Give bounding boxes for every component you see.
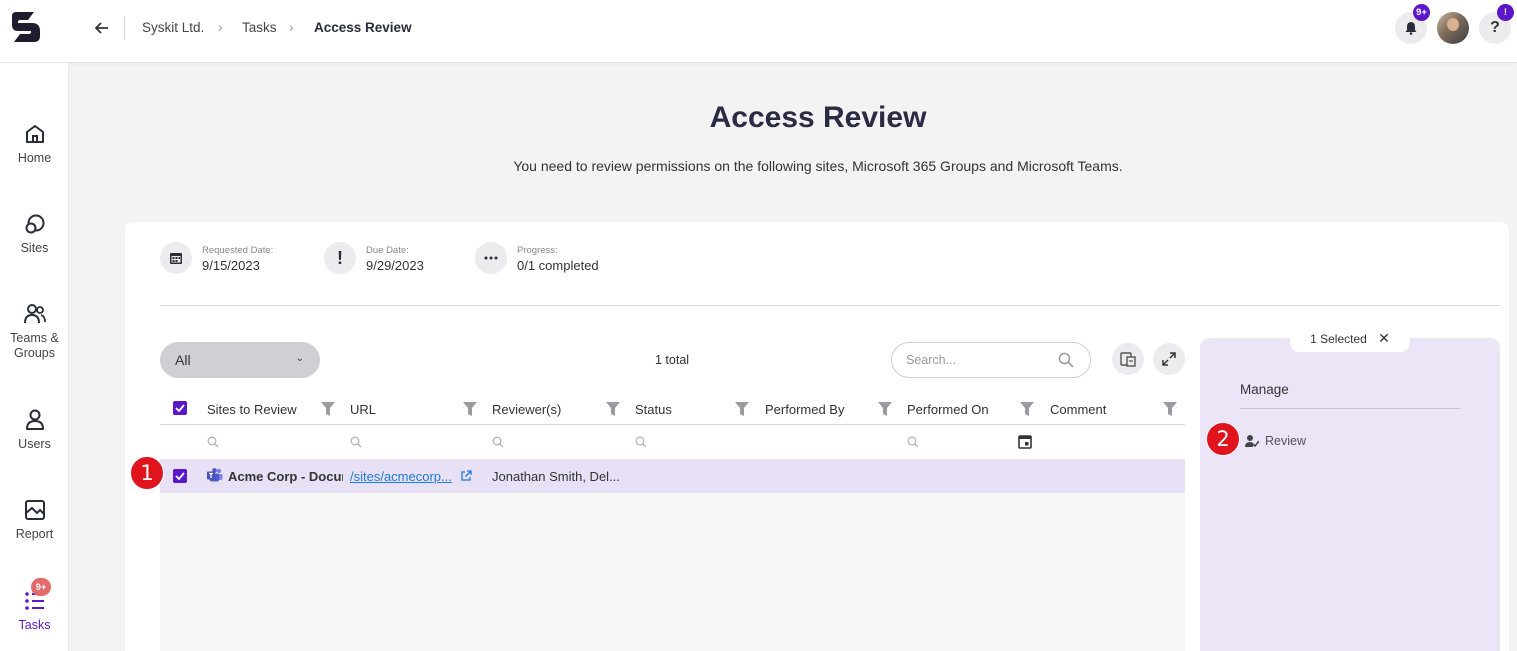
page-subtitle: You need to review permissions on the fo… (513, 158, 1123, 174)
exclamation-icon: ! (324, 242, 356, 274)
selection-tab: 1 Selected ✕ (1290, 324, 1410, 352)
bell-icon (1405, 22, 1417, 35)
external-link-icon[interactable] (460, 470, 472, 482)
expand-icon (1162, 352, 1176, 366)
review-card: Requested Date: 9/15/2023 ! Due Date: 9/… (125, 222, 1509, 651)
row-checkbox[interactable] (173, 469, 187, 483)
row-url-link[interactable]: /sites/acmecorp... (350, 469, 456, 484)
breadcrumb-separator: › (289, 20, 294, 35)
export-icon (1120, 352, 1136, 367)
filter-funnel-icon[interactable] (878, 402, 892, 416)
avatar[interactable] (1437, 12, 1469, 44)
filter-funnel-icon[interactable] (1020, 402, 1034, 416)
search-icon (1058, 352, 1074, 368)
divider (160, 305, 1500, 306)
sidebar-item-label: Users (18, 437, 51, 451)
sidebar-item-label: Teams & Groups (10, 331, 59, 360)
row-site-name: Acme Corp - Documents (228, 469, 343, 484)
sidebar-item-tasks[interactable]: Tasks 9+ (0, 578, 69, 633)
check-icon (175, 404, 185, 412)
calendar-icon (160, 242, 192, 274)
sidebar-item-label: Tasks (18, 618, 51, 632)
search-placeholder: Search... (906, 353, 957, 367)
callout-1: 1 (130, 456, 164, 490)
manage-heading: Manage (1240, 382, 1289, 397)
sites-table: Sites to Review URL Reviewer(s) Status P… (160, 392, 1185, 651)
breadcrumb-current: Access Review (314, 20, 412, 35)
table-header: Sites to Review URL Reviewer(s) Status P… (160, 392, 1185, 425)
top-bar: Syskit Ltd. › Tasks › Access Review 9+ ?… (0, 0, 1517, 63)
table-row[interactable]: Acme Corp - Documents /sites/acmecorp...… (160, 459, 1185, 493)
column-header-performed-on[interactable]: Performed On (907, 402, 989, 417)
teams-groups-icon (23, 304, 46, 324)
column-header-performed-by[interactable]: Performed By (765, 402, 844, 417)
sidebar-item-sites[interactable]: Sites (0, 213, 69, 256)
sites-icon (25, 214, 44, 234)
column-search-icon[interactable] (207, 436, 219, 448)
progress-label: Progress: (517, 245, 558, 256)
syskit-logo[interactable] (8, 10, 42, 44)
selected-count: 1 Selected (1310, 332, 1367, 346)
report-icon (24, 500, 45, 520)
column-search-icon[interactable] (907, 436, 919, 448)
teams-icon (207, 468, 223, 482)
date-picker-icon[interactable] (1018, 434, 1032, 449)
breadcrumb-syskit[interactable]: Syskit Ltd. (142, 20, 204, 35)
chevron-down-icon: ⌄ (295, 353, 304, 364)
progress-value: 0/1 completed (517, 258, 599, 273)
sidebar: Home Sites Teams & Groups Users Report T… (0, 63, 69, 651)
column-search-icon[interactable] (492, 436, 504, 448)
user-check-icon (1245, 435, 1259, 448)
review-label: Review (1265, 434, 1306, 448)
filter-funnel-icon[interactable] (606, 402, 620, 416)
export-button[interactable] (1112, 343, 1144, 375)
filter-funnel-icon[interactable] (321, 402, 335, 416)
column-header-reviewers[interactable]: Reviewer(s) (492, 402, 561, 417)
tasks-badge: 9+ (31, 578, 51, 596)
requested-date-value: 9/15/2023 (202, 258, 260, 273)
notifications-badge: 9+ (1413, 4, 1430, 21)
back-arrow-icon[interactable] (92, 18, 112, 38)
column-search-icon[interactable] (350, 436, 362, 448)
column-header-url[interactable]: URL (350, 402, 376, 417)
close-icon[interactable]: ✕ (1378, 330, 1390, 346)
breadcrumb-separator: › (218, 20, 223, 35)
help-badge: ! (1497, 4, 1514, 21)
due-date-label: Due Date: (366, 245, 409, 256)
breadcrumb-tasks[interactable]: Tasks (242, 20, 277, 35)
search-input[interactable]: Search... (891, 342, 1091, 378)
filter-funnel-icon[interactable] (1163, 402, 1177, 416)
panel-divider (1240, 408, 1460, 409)
sidebar-item-label: Sites (20, 241, 49, 255)
column-header-sites[interactable]: Sites to Review (207, 402, 297, 417)
requested-date-label: Requested Date: (202, 245, 274, 256)
user-icon (25, 409, 44, 430)
filter-funnel-icon[interactable] (463, 402, 477, 416)
sidebar-item-label: Report (15, 527, 54, 541)
row-reviewers: Jonathan Smith, Del... (492, 469, 620, 484)
sidebar-item-teams-groups[interactable]: Teams & Groups (0, 303, 69, 361)
review-button[interactable]: Review (1245, 434, 1306, 448)
select-all-checkbox[interactable] (173, 401, 187, 415)
top-separator (124, 16, 125, 40)
sidebar-item-report[interactable]: Report (0, 499, 69, 542)
selection-panel: 1 Selected ✕ Manage Review (1200, 324, 1500, 651)
expand-button[interactable] (1153, 343, 1185, 375)
filter-dropdown-value: All (175, 352, 191, 368)
due-date-value: 9/29/2023 (366, 258, 424, 273)
sidebar-item-users[interactable]: Users (0, 409, 69, 452)
column-header-status[interactable]: Status (635, 402, 672, 417)
filter-row (160, 425, 1185, 459)
check-icon (175, 472, 185, 480)
more-dots-icon (475, 242, 507, 274)
page-title: Access Review (709, 101, 927, 134)
total-count: 1 total (655, 353, 690, 367)
filter-funnel-icon[interactable] (735, 402, 749, 416)
filter-dropdown[interactable]: All ⌄ (160, 342, 320, 378)
column-header-comment[interactable]: Comment (1050, 402, 1106, 417)
column-search-icon[interactable] (635, 436, 647, 448)
callout-2: 2 (1206, 422, 1240, 456)
